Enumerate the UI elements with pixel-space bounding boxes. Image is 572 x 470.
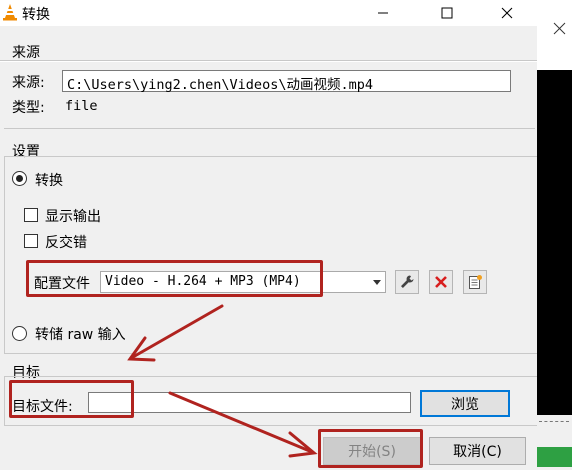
vlc-cone-icon xyxy=(3,4,17,21)
deinterlace-checkbox[interactable] xyxy=(24,234,38,248)
show-output-checkbox[interactable] xyxy=(24,208,38,222)
cancel-button[interactable]: 取消(C) xyxy=(429,437,526,465)
highlight-start xyxy=(318,429,423,468)
delete-profile-button[interactable] xyxy=(429,270,453,294)
window-title: 转换 xyxy=(22,7,50,23)
deinterlace-label: 反交错 xyxy=(45,235,87,251)
source-path-field[interactable]: C:\Users\ying2.chen\Videos\动画视频.mp4 xyxy=(62,70,511,93)
close-icon xyxy=(553,22,566,35)
title-bar: 转换 xyxy=(0,0,537,26)
type-label: 类型: xyxy=(12,100,45,116)
close-button[interactable] xyxy=(484,0,530,26)
convert-label: 转换 xyxy=(35,173,63,189)
type-value: file xyxy=(65,98,98,114)
maximize-button[interactable] xyxy=(424,0,470,26)
radio-dot xyxy=(16,175,23,182)
source-label: 来源: xyxy=(12,75,45,91)
dump-raw-radio[interactable] xyxy=(12,326,27,341)
highlight-profile xyxy=(26,260,323,297)
show-output-label: 显示输出 xyxy=(45,209,101,225)
new-profile-icon xyxy=(469,275,482,289)
minimize-button[interactable] xyxy=(360,0,406,26)
highlight-dest-file xyxy=(9,380,134,418)
edit-profile-button[interactable] xyxy=(395,270,419,294)
background-green-bar xyxy=(537,447,572,467)
background-panel xyxy=(537,0,572,70)
maximize-icon xyxy=(441,7,453,19)
browse-button[interactable]: 浏览 xyxy=(420,390,510,417)
minimize-icon xyxy=(378,12,388,14)
dest-file-field[interactable] xyxy=(88,392,411,413)
close-icon xyxy=(501,7,513,19)
background-dashed-line xyxy=(539,421,569,422)
source-path-value: C:\Users\ying2.chen\Videos\动画视频.mp4 xyxy=(67,77,373,93)
convert-radio[interactable] xyxy=(12,171,27,186)
source-group-title: 来源 xyxy=(12,45,40,61)
cancel-label: 取消(C) xyxy=(453,444,502,460)
source-divider-light xyxy=(0,61,537,62)
background-bottom-bar xyxy=(537,415,572,470)
wrench-icon xyxy=(401,275,414,288)
dump-raw-label: 转储 raw 输入 xyxy=(35,327,126,343)
settings-top-divider xyxy=(4,128,535,129)
browse-label: 浏览 xyxy=(451,396,479,413)
chevron-down-icon xyxy=(373,280,381,285)
background-window xyxy=(537,0,572,470)
new-profile-button[interactable] xyxy=(463,270,487,294)
red-x-icon xyxy=(435,276,447,288)
